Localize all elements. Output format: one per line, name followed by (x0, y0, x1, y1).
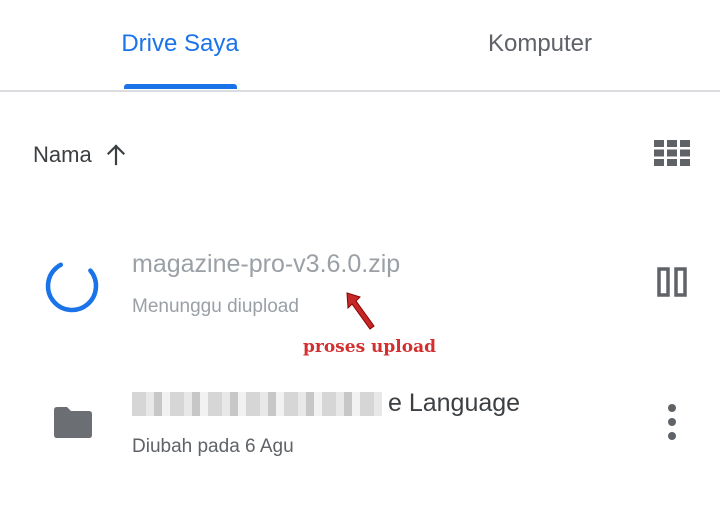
tab-komputer-label: Komputer (487, 30, 593, 57)
active-tab-indicator (124, 84, 237, 89)
grid-view-icon[interactable] (654, 140, 690, 166)
redacted-text (132, 391, 382, 416)
annotation-arrow-icon (346, 292, 375, 330)
folder-name: e Language (132, 389, 520, 418)
folder-row[interactable]: e Language Diubah pada 6 Agu (0, 380, 720, 470)
file-name: magazine-pro-v3.6.0.zip (132, 250, 401, 278)
sort-label: Nama (33, 142, 92, 167)
pause-icon[interactable] (656, 266, 688, 298)
annotation-label: proses upload (303, 337, 437, 357)
arrow-up-icon (106, 144, 125, 166)
tab-drive-saya-label: Drive Saya (121, 30, 239, 57)
folder-name-text: e Language (388, 389, 521, 417)
loading-spinner-icon (45, 259, 99, 313)
tab-komputer[interactable]: Komputer (420, 0, 660, 88)
tab-bar: Drive Saya Komputer (0, 0, 720, 92)
more-vert-icon[interactable] (660, 402, 684, 442)
drive-page: Drive Saya Komputer Nama magazine-pro-v3… (0, 0, 720, 506)
tab-drive-saya[interactable]: Drive Saya (60, 0, 300, 88)
sort-by-name-button[interactable]: Nama (33, 138, 128, 172)
upload-status: Menunggu diupload (132, 296, 299, 317)
folder-modified-date: Diubah pada 6 Agu (132, 436, 294, 457)
folder-icon (54, 407, 92, 438)
